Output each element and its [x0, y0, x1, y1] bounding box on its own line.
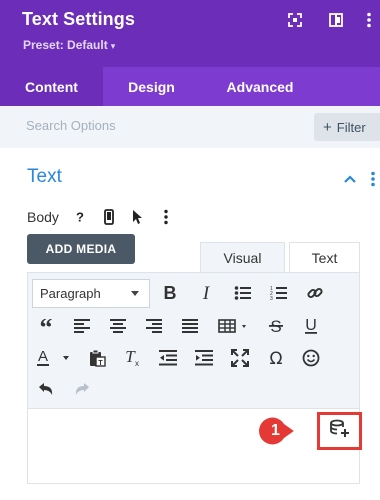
link-icon[interactable] — [304, 282, 326, 304]
bulleted-list-icon[interactable] — [232, 282, 254, 304]
numbered-list-icon[interactable]: 123 — [268, 282, 290, 304]
svg-text:3: 3 — [270, 296, 273, 301]
filter-button[interactable]: + Filter — [314, 113, 380, 141]
add-media-button[interactable]: ADD MEDIA — [27, 234, 135, 264]
tab-visual[interactable]: Visual — [200, 242, 285, 273]
callout-number: 1 — [271, 422, 280, 439]
dynamic-content-button[interactable] — [317, 412, 362, 450]
search-input[interactable]: Search Options — [26, 118, 116, 133]
tab-content[interactable]: Content — [0, 67, 103, 106]
pointer-icon[interactable] — [127, 207, 147, 227]
bold-icon[interactable]: B — [159, 282, 181, 304]
svg-text:I: I — [202, 284, 211, 302]
align-center-icon[interactable] — [107, 315, 129, 337]
strikethrough-icon[interactable]: S — [265, 315, 287, 337]
field-kebab-icon[interactable] — [156, 207, 176, 227]
redo-icon[interactable] — [71, 378, 93, 400]
omega-icon[interactable]: Ω — [265, 347, 287, 369]
expand-icon[interactable] — [285, 10, 305, 30]
paste-text-icon[interactable]: T — [86, 347, 108, 369]
undo-icon[interactable] — [35, 378, 57, 400]
italic-icon[interactable]: I — [195, 282, 217, 304]
justify-icon[interactable] — [179, 315, 201, 337]
chevron-down-icon: ▾ — [110, 41, 116, 51]
tab-advanced[interactable]: Advanced — [200, 67, 320, 106]
filter-label: Filter — [336, 119, 366, 135]
emoji-icon[interactable] — [300, 347, 322, 369]
section-title: Text — [27, 166, 62, 187]
format-select[interactable]: Paragraph — [32, 279, 150, 308]
tab-design[interactable]: Design — [103, 67, 200, 106]
tab-text[interactable]: Text — [289, 242, 360, 273]
outdent-icon[interactable] — [157, 347, 179, 369]
dynamic-content-icon — [329, 419, 351, 444]
text-color-icon[interactable]: A — [35, 347, 75, 369]
svg-text:T: T — [98, 360, 103, 367]
format-select-value: Paragraph — [40, 286, 101, 301]
underline-icon[interactable]: U — [300, 315, 322, 337]
svg-text:“: “ — [40, 319, 53, 333]
align-left-icon[interactable] — [71, 315, 93, 337]
svg-text:Ω: Ω — [270, 349, 283, 367]
plus-icon: + — [323, 118, 332, 136]
help-icon[interactable]: ? — [70, 207, 90, 227]
svg-text:B: B — [164, 284, 177, 302]
svg-text:U: U — [305, 317, 317, 334]
editor-content-area[interactable] — [27, 408, 360, 484]
section-kebab-icon[interactable] — [370, 171, 376, 192]
fullscreen-icon[interactable] — [229, 347, 251, 369]
settings-header: Text Settings Preset: Default ▾ — [0, 0, 380, 67]
svg-text:x: x — [135, 359, 139, 367]
kebab-icon[interactable] — [359, 10, 379, 30]
indent-icon[interactable] — [193, 347, 215, 369]
chevron-up-icon[interactable] — [343, 171, 357, 189]
blockquote-icon[interactable]: “ — [35, 315, 57, 337]
svg-text:A: A — [38, 349, 48, 365]
align-right-icon[interactable] — [143, 315, 165, 337]
table-icon[interactable] — [217, 315, 251, 337]
preset-label: Preset: Default — [23, 38, 108, 52]
chevron-down-icon — [131, 291, 139, 296]
settings-tabs: Content Design Advanced — [0, 67, 380, 106]
sidebar-layout-icon[interactable] — [326, 10, 346, 30]
modal-title: Text Settings — [22, 9, 135, 29]
preset-selector[interactable]: Preset: Default ▾ — [23, 38, 115, 52]
svg-text:?: ? — [76, 210, 84, 224]
mobile-icon[interactable] — [99, 207, 119, 227]
clear-format-icon[interactable]: Tx — [121, 347, 143, 369]
body-field-label: Body — [27, 209, 59, 225]
